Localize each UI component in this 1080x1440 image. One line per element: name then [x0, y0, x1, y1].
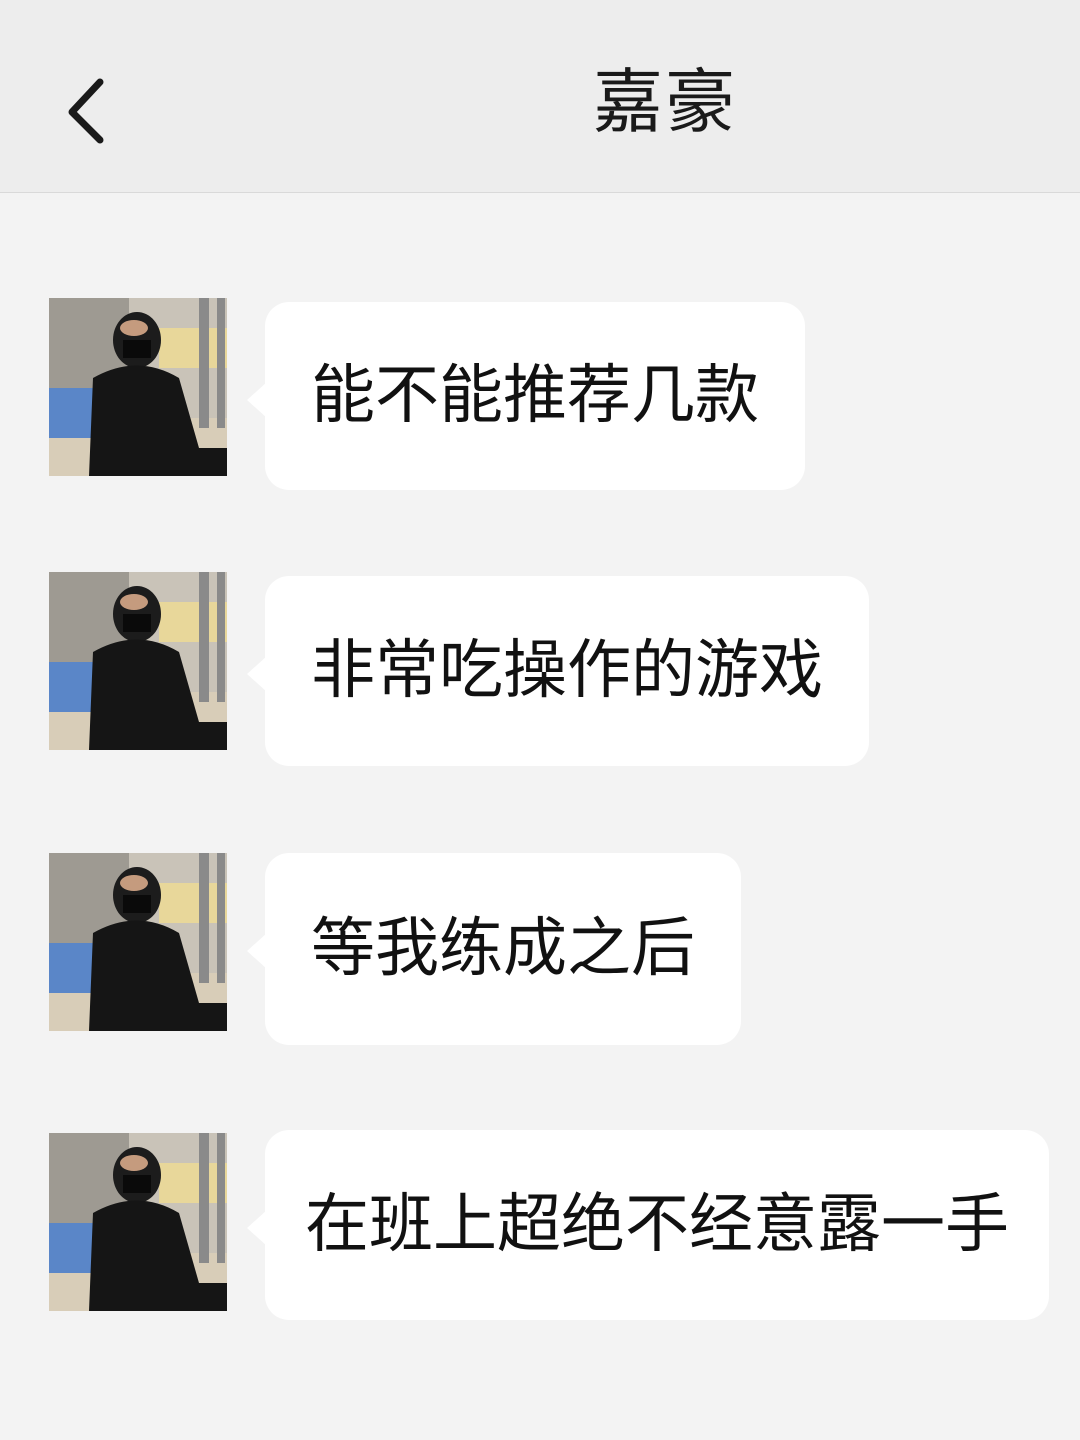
avatar-photo-icon — [49, 853, 227, 1031]
chat-header: 嘉豪 — [0, 0, 1080, 193]
message-row: 等我练成之后 — [0, 853, 1080, 1045]
contact-avatar[interactable] — [49, 853, 227, 1031]
message-row: 能不能推荐几款 — [0, 298, 1080, 490]
message-bubble[interactable]: 非常吃操作的游戏 — [247, 576, 869, 766]
avatar-photo-icon — [49, 298, 227, 476]
message-text: 在班上超绝不经意露一手 — [305, 1188, 1009, 1262]
message-row: 在班上超绝不经意露一手 — [0, 1130, 1080, 1323]
chat-title: 嘉豪 — [593, 61, 737, 143]
message-text: 等我练成之后 — [311, 912, 695, 986]
message-bubble[interactable]: 在班上超绝不经意露一手 — [247, 1130, 1049, 1320]
contact-avatar[interactable] — [49, 298, 227, 476]
message-text: 能不能推荐几款 — [311, 359, 759, 433]
chat-screen: 嘉豪 能不能推荐几款 非常吃操作的游戏 等我练成之后 在班上超绝不经意露一手 — [0, 0, 1080, 1440]
avatar-photo-icon — [49, 1133, 227, 1311]
message-bubble[interactable]: 等我练成之后 — [247, 853, 741, 1045]
contact-avatar[interactable] — [49, 1133, 227, 1311]
message-text: 非常吃操作的游戏 — [311, 634, 823, 708]
message-row: 非常吃操作的游戏 — [0, 572, 1080, 766]
message-bubble[interactable]: 能不能推荐几款 — [247, 302, 805, 490]
avatar-photo-icon — [49, 572, 227, 750]
contact-avatar[interactable] — [49, 572, 227, 750]
